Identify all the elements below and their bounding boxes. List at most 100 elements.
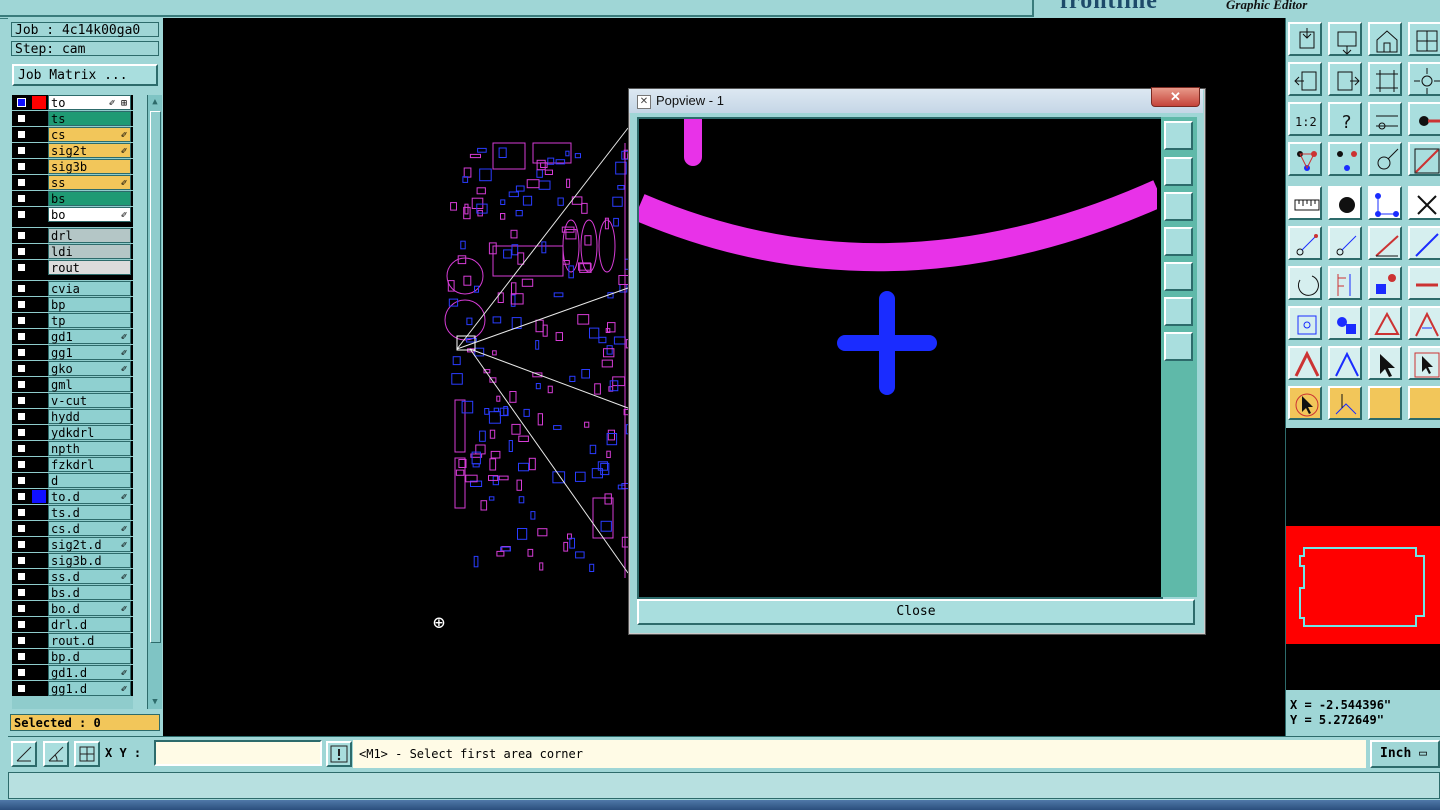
layer-row[interactable]: gd1.d ✐ xyxy=(12,665,133,680)
layer-name[interactable]: bs xyxy=(48,191,131,206)
layer-checkbox[interactable] xyxy=(17,524,26,533)
layer-checkbox[interactable] xyxy=(17,668,26,677)
layer-row[interactable]: ss.d ✐ xyxy=(12,569,133,584)
layer-name[interactable]: cs.d ✐ xyxy=(48,521,131,536)
layer-checkbox[interactable] xyxy=(17,162,26,171)
layer-checkbox[interactable] xyxy=(17,178,26,187)
layer-checkbox[interactable] xyxy=(17,284,26,293)
layer-row[interactable]: gml xyxy=(12,377,133,392)
layer-checkbox[interactable] xyxy=(17,263,26,272)
layer-row[interactable]: cvia xyxy=(12,281,133,296)
popview-close-button[interactable]: Close xyxy=(637,599,1195,625)
layer-name[interactable]: ldi xyxy=(48,244,131,259)
layer-color-swatch[interactable] xyxy=(32,650,46,663)
layer-row[interactable]: tp xyxy=(12,313,133,328)
layer-name[interactable]: gko ✐ xyxy=(48,361,131,376)
layer-checkbox[interactable] xyxy=(17,476,26,485)
layer-color-swatch[interactable] xyxy=(32,442,46,455)
xy-input[interactable] xyxy=(154,740,322,766)
layer-name[interactable]: cvia xyxy=(48,281,131,296)
layer-checkbox[interactable] xyxy=(17,247,26,256)
zoom-area-icon[interactable]: 1:2 xyxy=(1288,102,1322,136)
triangle4-icon[interactable] xyxy=(1408,346,1440,380)
layer-checkbox[interactable] xyxy=(17,588,26,597)
layer-name[interactable]: gg1 ✐ xyxy=(48,345,131,360)
layer-name[interactable]: sig2t.d ✐ xyxy=(48,537,131,552)
layer-color-swatch[interactable] xyxy=(32,314,46,327)
exclamation-icon[interactable] xyxy=(326,741,352,767)
layer-row[interactable]: hydd xyxy=(12,409,133,424)
triangle-icon[interactable] xyxy=(1288,346,1322,380)
pointer-icon[interactable] xyxy=(1288,386,1322,420)
layer-name[interactable]: ts xyxy=(48,111,131,126)
layer-checkbox[interactable] xyxy=(17,636,26,645)
layer-color-swatch[interactable] xyxy=(32,474,46,487)
layer-row[interactable]: sig3b.d xyxy=(12,553,133,568)
layer-name[interactable]: drl xyxy=(48,228,131,243)
layer-row[interactable]: to ✐ ⊞ xyxy=(12,95,133,110)
layer-name[interactable]: ydkdrl xyxy=(48,425,131,440)
layer-color-swatch[interactable] xyxy=(32,96,46,109)
layer-checkbox[interactable] xyxy=(17,114,26,123)
layer-row[interactable]: ts.d xyxy=(12,505,133,520)
layer-checkbox[interactable] xyxy=(17,412,26,421)
layer-checkbox[interactable] xyxy=(17,540,26,549)
layer-checkbox[interactable] xyxy=(17,98,26,107)
layer-row[interactable]: cs ✐ xyxy=(12,127,133,142)
layer-checkbox[interactable] xyxy=(17,652,26,661)
layer-row[interactable]: to.d ✐ xyxy=(12,489,133,504)
pan-left-icon[interactable] xyxy=(1288,62,1322,96)
zoom-in-icon[interactable] xyxy=(1328,22,1362,56)
layer-name[interactable]: sig2t ✐ xyxy=(48,143,131,158)
layer-row[interactable]: rout xyxy=(12,260,133,275)
layer-color-swatch[interactable] xyxy=(32,160,46,173)
scale-1-2-icon[interactable] xyxy=(1368,102,1402,136)
layer-color-swatch[interactable] xyxy=(32,586,46,599)
layer-checkbox[interactable] xyxy=(17,364,26,373)
angle-icon[interactable] xyxy=(1288,266,1322,300)
layer-color-swatch[interactable] xyxy=(32,506,46,519)
popview-window[interactable]: ✕ Popview - 1 ✕ Close xyxy=(628,87,1206,635)
zoom-fit-icon[interactable]: ? xyxy=(1328,102,1362,136)
popview-close-icon[interactable]: ✕ xyxy=(1151,87,1200,107)
layer-checkbox[interactable] xyxy=(17,492,26,501)
layer-color-swatch[interactable] xyxy=(32,282,46,295)
layer-name[interactable]: bp.d xyxy=(48,649,131,664)
layer-name[interactable]: gd1.d ✐ xyxy=(48,665,131,680)
layer-row[interactable]: ldi xyxy=(12,244,133,259)
layer-name[interactable]: rout.d xyxy=(48,633,131,648)
layer-name[interactable]: v-cut xyxy=(48,393,131,408)
layer-row[interactable]: bo ✐ xyxy=(12,207,133,222)
arrow2-icon[interactable] xyxy=(1408,226,1440,260)
layer-row[interactable]: gg1.d ✐ xyxy=(12,681,133,696)
layer-name[interactable]: cs ✐ xyxy=(48,127,131,142)
layer-color-swatch[interactable] xyxy=(32,229,46,242)
pointer-box-icon[interactable] xyxy=(1328,386,1362,420)
layer-checkbox[interactable] xyxy=(17,316,26,325)
layer-name[interactable]: tp xyxy=(48,313,131,328)
layer-checkbox[interactable] xyxy=(17,300,26,309)
layer-color-swatch[interactable] xyxy=(32,112,46,125)
layer-row[interactable]: gg1 ✐ xyxy=(12,345,133,360)
pv-zoom-center-icon[interactable] xyxy=(1164,332,1193,361)
pv-pan-down-icon[interactable] xyxy=(1164,192,1193,221)
snap-center-icon[interactable] xyxy=(74,741,100,767)
layer-name[interactable]: gd1 ✐ xyxy=(48,329,131,344)
snap-net2-icon[interactable] xyxy=(1408,142,1440,176)
layer-color-swatch[interactable] xyxy=(32,602,46,615)
layer-color-swatch[interactable] xyxy=(32,362,46,375)
layer-row[interactable]: ts xyxy=(12,111,133,126)
box-icon[interactable] xyxy=(1368,306,1402,340)
layer-checkbox[interactable] xyxy=(17,396,26,405)
node-icon[interactable] xyxy=(1288,226,1322,260)
layer-row[interactable]: npth xyxy=(12,441,133,456)
layer-name[interactable]: to.d ✐ xyxy=(48,489,131,504)
help-icon[interactable] xyxy=(1408,102,1440,136)
layer-color-swatch[interactable] xyxy=(32,426,46,439)
triangle3-icon[interactable] xyxy=(1368,346,1402,380)
zoom-home-icon[interactable] xyxy=(1288,22,1322,56)
overview-map[interactable] xyxy=(1286,428,1440,690)
layer-row[interactable]: cs.d ✐ xyxy=(12,521,133,536)
pv-pan-up-icon[interactable] xyxy=(1164,157,1193,186)
layer-checkbox[interactable] xyxy=(17,572,26,581)
